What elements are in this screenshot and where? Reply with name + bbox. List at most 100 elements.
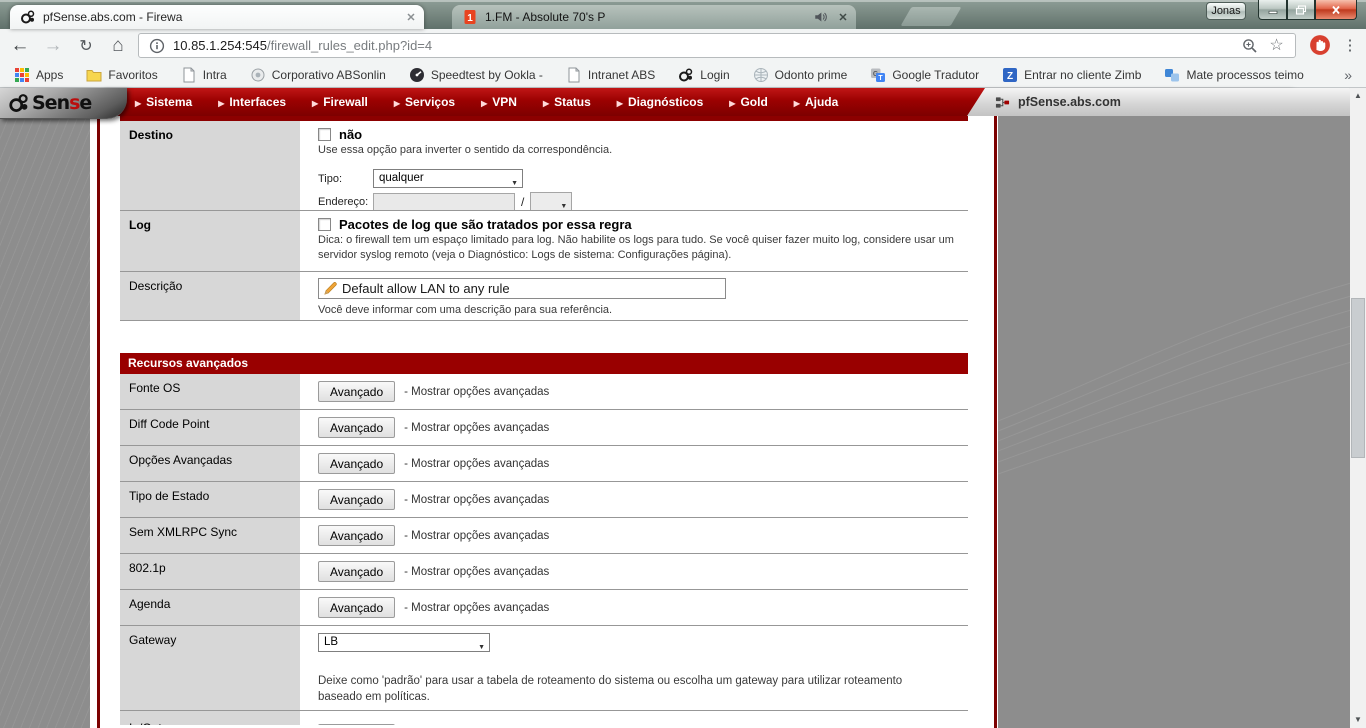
browser-window: pfSense.abs.com - Firewa 1 1.FM - Absolute… [0, 0, 1366, 728]
adblock-extension-icon[interactable] [1309, 34, 1331, 56]
log-checkbox[interactable] [318, 218, 331, 231]
zoom-page-icon[interactable] [1242, 38, 1258, 54]
bookmark-item[interactable]: Login [678, 67, 730, 83]
log-row: Log Pacotes de log que são tratados por … [120, 211, 968, 272]
firewall-host-icon [995, 95, 1010, 110]
destination-mask-select[interactable]: ▼ [530, 192, 573, 210]
advanced-row-hint: - Mostrar opções avançadas [404, 529, 550, 542]
nav-item-status[interactable]: ▶ Status [530, 95, 604, 109]
bookmark-label: Login [700, 67, 730, 82]
close-icon [1330, 5, 1342, 15]
bookmark-label: Favoritos [108, 67, 158, 82]
vertical-scrollbar[interactable]: ▲ ▼ [1350, 88, 1366, 728]
advanced-row: 802.1p Avançado - Mostrar opções avançadas [120, 554, 968, 590]
scrollbar-thumb[interactable] [1351, 298, 1365, 458]
nav-item-firewall[interactable]: ▶ Firewall [299, 95, 381, 109]
svg-text:Z: Z [1007, 71, 1013, 82]
advanced-button[interactable]: Avançado [318, 453, 396, 474]
window-close-button[interactable] [1315, 0, 1357, 20]
nav-item-label: Serviços [405, 95, 456, 109]
bookmark-label: Intranet ABS [587, 67, 656, 82]
bookmark-item[interactable]: Intranet ABS [566, 67, 655, 83]
bookmark-item[interactable]: Favoritos [86, 67, 158, 83]
bookmark-label: Mate processos teimo [1186, 67, 1304, 82]
menu-arrow-icon: ▶ [542, 99, 550, 108]
bookmark-label: Odonto prime [774, 67, 848, 82]
advanced-row: Agenda Avançado - Mostrar opções avançadas [120, 590, 968, 626]
scroll-down-button[interactable]: ▼ [1350, 712, 1366, 728]
nav-item-label: Diagnósticos [627, 95, 704, 109]
back-button[interactable]: ← [7, 33, 33, 59]
advanced-row-label: Opções Avançadas [120, 446, 300, 481]
bookmark-label: Intra [202, 67, 227, 82]
window-minimize-button[interactable] [1258, 0, 1287, 20]
nav-item-sistema[interactable]: ▶ Sistema [122, 95, 205, 109]
nav-item-interfaces[interactable]: ▶ Interfaces [205, 95, 299, 109]
bookmark-item[interactable]: Corporativo ABSonlin [250, 67, 386, 83]
browser-tab[interactable]: 1 1.FM - Absolute 70's P [452, 5, 856, 29]
bookmark-item[interactable]: G T Google Tradutor [870, 67, 979, 83]
address-bar[interactable]: 10.85.1.254:545/firewall_rules_edit.php?… [138, 33, 1296, 58]
description-help: Você deve informar com uma descrição par… [318, 304, 613, 316]
new-tab-button[interactable] [900, 7, 962, 26]
log-checkbox-label: Pacotes de log que são tratados por essa… [339, 217, 632, 232]
url-text[interactable]: 10.85.1.254:545/firewall_rules_edit.php?… [173, 38, 432, 53]
pfsense-logo[interactable]: Sense [0, 88, 127, 119]
browser-menu-button[interactable]: ⋮ [1340, 33, 1360, 59]
nav-item-ajuda[interactable]: ▶ Ajuda [781, 95, 852, 109]
advanced-button[interactable]: Avançado [318, 381, 396, 402]
profile-button[interactable]: Jonas [1206, 2, 1246, 20]
bookmark-item[interactable]: Apps [14, 67, 63, 83]
bookmarks-overflow-chevron[interactable]: » [1344, 67, 1352, 83]
log-label: Log [120, 211, 300, 271]
bookmark-item[interactable]: Mate processos teimo [1164, 67, 1304, 83]
reload-button[interactable]: ↻ [73, 33, 99, 59]
gateway-row: Gateway LB ▼ Deixe como 'padrão' para us… [120, 626, 968, 711]
page-icon [566, 67, 582, 83]
nav-item-vpn[interactable]: ▶ VPN [468, 95, 530, 109]
bookmark-label: Speedtest by Ookla - [430, 67, 543, 82]
nav-item-diagn-sticos[interactable]: ▶ Diagnósticos [604, 95, 717, 109]
bookmark-star-icon[interactable]: ☆ [1268, 37, 1285, 54]
menu-arrow-icon: ▶ [793, 99, 800, 108]
page-icon [181, 67, 197, 83]
advanced-button[interactable]: Avançado [318, 417, 396, 438]
gateway-select[interactable]: LB ▼ [318, 633, 490, 652]
advanced-row-controls: Avançado - Mostrar opções avançadas [300, 554, 968, 589]
zimbra-icon: Z [1002, 67, 1018, 83]
inout-advanced-button[interactable]: Avançado [318, 724, 396, 725]
advanced-button[interactable]: Avançado [318, 525, 396, 546]
destination-not-checkbox[interactable] [318, 128, 331, 141]
advanced-row-hint: - Mostrar opções avançadas [404, 493, 550, 506]
tab-close-icon[interactable] [404, 10, 418, 24]
bookmark-item[interactable]: Speedtest by Ookla - [409, 67, 543, 83]
window-maximize-button[interactable] [1287, 0, 1315, 20]
advanced-button[interactable]: Avançado [318, 597, 396, 618]
advanced-row-hint: - Mostrar opções avançadas [404, 421, 550, 434]
section-gap [120, 321, 968, 353]
bookmark-item[interactable]: Z Entrar no cliente Zimb [1002, 67, 1141, 83]
nav-item-label: Interfaces [229, 95, 287, 109]
description-input[interactable]: Default allow LAN to any rule [318, 278, 726, 299]
bookmark-label: Google Tradutor [892, 67, 980, 82]
home-button[interactable]: ⌂ [105, 33, 131, 59]
advanced-button[interactable]: Avançado [318, 561, 396, 582]
browser-tab[interactable]: pfSense.abs.com - Firewa [10, 5, 424, 29]
nav-item-gold[interactable]: ▶ Gold [716, 95, 780, 109]
info-icon[interactable] [149, 38, 165, 54]
bookmark-item[interactable]: Odonto prime [753, 67, 848, 83]
apps-grid-icon [14, 67, 30, 83]
bookmark-item[interactable]: Intra [181, 67, 227, 83]
advanced-button[interactable]: Avançado [318, 489, 396, 510]
scroll-up-button[interactable]: ▲ [1350, 88, 1366, 104]
menu-arrow-icon: ▶ [135, 99, 142, 108]
forward-button[interactable]: → [40, 33, 66, 59]
destination-address-input[interactable] [373, 192, 515, 210]
svg-text:1: 1 [467, 13, 473, 24]
pencil-icon [323, 281, 338, 296]
nav-item-servi-os[interactable]: ▶ Serviços [381, 95, 468, 109]
tab-close-icon[interactable] [836, 10, 850, 24]
destination-type-select[interactable]: qualquer ▼ [373, 169, 523, 189]
background-swoosh [998, 280, 1358, 475]
nav-item-label: VPN [492, 95, 517, 109]
